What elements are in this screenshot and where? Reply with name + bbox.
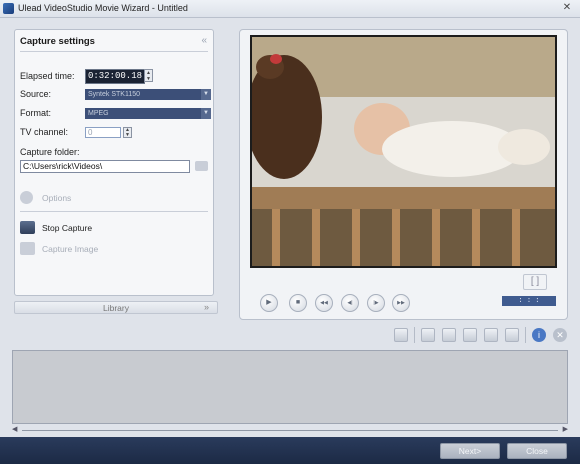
camera-icon xyxy=(20,242,35,255)
source-label: Source: xyxy=(20,89,52,99)
capture-folder-input[interactable]: C:\Users\rick\Videos\ xyxy=(20,160,190,173)
close-button[interactable]: Close xyxy=(507,443,567,459)
title-bar: Ulead VideoStudio Movie Wizard - Untitle… xyxy=(0,0,580,18)
stop-capture-button[interactable]: Stop Capture xyxy=(20,220,130,236)
library-label: Library xyxy=(103,303,129,313)
folder-icon[interactable] xyxy=(195,161,208,171)
preview-panel: [ ] ▶ ■ ◀◀ ◀| |▶ ▶▶ : : : xyxy=(239,29,568,320)
tv-channel-label: TV channel: xyxy=(20,127,69,137)
next-frame-button[interactable]: |▶ xyxy=(367,294,385,312)
elapsed-time-spinner[interactable]: ▲ ▼ xyxy=(144,69,153,82)
storyboard-area[interactable] xyxy=(12,350,568,424)
divider xyxy=(20,51,208,52)
source-select[interactable]: Syntek STK1150 ▼ xyxy=(85,89,211,100)
capture-folder-label: Capture folder: xyxy=(20,147,80,157)
elapsed-time-display: 0:32:00.18 xyxy=(85,69,145,84)
library-bar[interactable]: Library » xyxy=(14,301,218,314)
scroll-track[interactable] xyxy=(22,430,558,431)
capture-settings-panel: Capture settings « Elapsed time: 0:32:00… xyxy=(14,29,214,296)
divider xyxy=(525,327,526,343)
divider xyxy=(414,327,415,343)
capture-image-label: Capture Image xyxy=(42,244,99,254)
format-value: MPEG xyxy=(88,110,109,117)
window-close-button[interactable]: ✕ xyxy=(557,2,577,14)
storyboard-view-icon[interactable] xyxy=(421,328,435,342)
play-button[interactable]: ▶ xyxy=(260,294,278,312)
redo-icon[interactable] xyxy=(505,328,519,342)
chevron-down-icon: ▼ xyxy=(201,108,211,119)
horizontal-scrollbar[interactable]: ◀ ▶ xyxy=(12,426,568,434)
undo-icon[interactable] xyxy=(484,328,498,342)
help-icon[interactable]: i xyxy=(532,328,546,342)
next-button[interactable]: Next> xyxy=(440,443,500,459)
stop-capture-label: Stop Capture xyxy=(42,223,93,233)
mark-in-out-icon[interactable]: [ ] xyxy=(523,274,547,290)
divider xyxy=(20,211,208,212)
capture-image-button[interactable]: Capture Image xyxy=(20,241,130,257)
previous-frame-button[interactable]: ◀| xyxy=(341,294,359,312)
format-select[interactable]: MPEG ▼ xyxy=(85,108,211,119)
elapsed-time-label: Elapsed time: xyxy=(20,71,75,81)
source-value: Syntek STK1150 xyxy=(88,91,141,98)
preview-timecode[interactable]: : : : xyxy=(502,296,556,306)
tv-channel-spinner[interactable]: ▲ ▼ xyxy=(123,127,132,138)
audio-view-icon[interactable] xyxy=(463,328,477,342)
window-title: Ulead VideoStudio Movie Wizard - Untitle… xyxy=(18,3,188,13)
rewind-button[interactable]: ◀◀ xyxy=(315,294,333,312)
timeline-view-icon[interactable] xyxy=(442,328,456,342)
close-icon[interactable]: ✕ xyxy=(553,328,567,342)
stop-button[interactable]: ■ xyxy=(289,294,307,312)
scroll-left-icon[interactable]: ◀ xyxy=(12,426,17,434)
scroll-right-icon[interactable]: ▶ xyxy=(563,426,568,434)
video-frame-image xyxy=(252,37,555,266)
video-preview xyxy=(250,35,557,268)
capture-tool-icon[interactable] xyxy=(394,328,408,342)
options-button[interactable]: Options xyxy=(20,190,110,206)
camcorder-icon xyxy=(20,221,35,234)
expand-icon: » xyxy=(203,302,209,312)
tv-channel-input[interactable]: 0 xyxy=(85,127,121,138)
panel-title: Capture settings xyxy=(20,36,95,47)
collapse-icon[interactable]: « xyxy=(201,35,207,46)
fast-forward-button[interactable]: ▶▶ xyxy=(392,294,410,312)
app-icon xyxy=(3,3,14,14)
options-label: Options xyxy=(42,193,72,203)
chevron-down-icon: ▼ xyxy=(201,89,211,100)
gear-icon xyxy=(20,191,33,204)
format-label: Format: xyxy=(20,108,52,118)
